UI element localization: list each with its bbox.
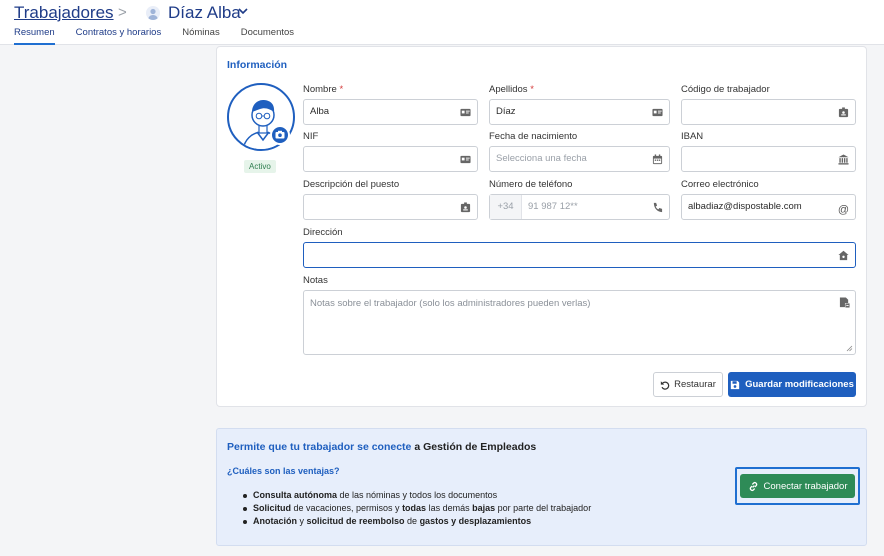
worker-avatar-icon [146, 6, 160, 20]
status-badge: Activo [244, 160, 276, 173]
undo-icon [660, 380, 670, 390]
save-label: Guardar modificaciones [745, 379, 854, 390]
fecha-nacimiento-field[interactable]: Selecciona una fecha [489, 146, 670, 172]
save-button[interactable]: Guardar modificaciones [728, 372, 856, 397]
correo-label: Correo electrónico [681, 179, 759, 190]
list-item: Consulta autónoma de las nóminas y todos… [242, 489, 591, 502]
camera-icon[interactable] [270, 125, 290, 145]
direccion-field[interactable] [303, 242, 856, 268]
promo-question: ¿Cuáles son las ventajas? [227, 466, 340, 476]
apellidos-value: Díaz [496, 106, 516, 117]
tab-nominas[interactable]: Nóminas [182, 27, 220, 45]
restore-button[interactable]: Restaurar [653, 372, 723, 397]
breadcrumb-root-link[interactable]: Trabajadores [14, 3, 114, 23]
phone-icon [653, 202, 663, 213]
promo-title: Permite que tu trabajador se conecte a G… [227, 441, 537, 453]
fecha-label: Fecha de nacimiento [489, 131, 578, 142]
nombre-label: Nombre * [303, 84, 344, 95]
resize-handle-icon[interactable] [846, 345, 853, 352]
connect-worker-button[interactable]: Conectar trabajador [740, 474, 855, 498]
list-item: Anotación y solicitud de reembolso de ga… [242, 515, 591, 528]
nombre-field[interactable]: Alba [303, 99, 478, 125]
badge-icon [838, 107, 849, 118]
note-icon [839, 297, 850, 308]
id-card-icon [460, 108, 471, 117]
id-card-icon [460, 155, 471, 164]
codigo-label: Código de trabajador [681, 84, 770, 95]
info-card: Información Activo Nombre * Alba Apellid… [216, 46, 867, 407]
at-icon: @ [837, 204, 849, 216]
telefono-placeholder: 91 987 12** [528, 201, 578, 212]
top-bar: Trabajadores > Díaz Alba Resumen Contrat… [0, 0, 884, 45]
notas-textarea[interactable]: Notas sobre el trabajador (solo los admi… [303, 290, 856, 355]
benefits-list: Consulta autónoma de las nóminas y todos… [242, 489, 592, 528]
nombre-value: Alba [310, 106, 330, 117]
list-item: Solicitud de vacaciones, permisos y toda… [242, 503, 592, 513]
nif-field[interactable] [303, 146, 478, 172]
chevron-down-icon[interactable] [238, 7, 248, 18]
info-title: Información [227, 59, 288, 71]
correo-field[interactable]: albadiaz@dispostable.com @ [681, 194, 856, 220]
breadcrumb-current: Díaz Alba [168, 3, 241, 22]
phone-prefix: +34 [490, 195, 522, 219]
link-icon [749, 481, 757, 491]
puesto-field[interactable] [303, 194, 478, 220]
fecha-placeholder: Selecciona una fecha [496, 153, 587, 164]
tab-resumen[interactable]: Resumen [14, 27, 55, 45]
telefono-label: Número de teléfono [489, 179, 573, 190]
telefono-field[interactable]: +34 91 987 12** [489, 194, 670, 220]
notas-label: Notas [303, 275, 328, 286]
apellidos-label: Apellidos * [489, 84, 534, 95]
tab-documentos[interactable]: Documentos [241, 27, 294, 45]
restore-label: Restaurar [674, 379, 716, 390]
nif-label: NIF [303, 131, 319, 142]
codigo-field[interactable] [681, 99, 856, 125]
connect-worker-label: Conectar trabajador [763, 480, 848, 492]
save-icon [730, 380, 740, 389]
correo-value: albadiaz@dispostable.com [688, 201, 802, 212]
direccion-label: Dirección [303, 227, 343, 238]
apellidos-field[interactable]: Díaz [489, 99, 670, 125]
iban-field[interactable] [681, 146, 856, 172]
id-card-icon [652, 108, 663, 117]
puesto-label: Descripción del puesto [303, 179, 400, 190]
calendar-icon [652, 154, 663, 165]
badge-icon [460, 202, 471, 213]
iban-label: IBAN [681, 131, 704, 142]
notas-placeholder: Notas sobre el trabajador (solo los admi… [310, 298, 591, 309]
breadcrumb-separator-icon: > [118, 4, 127, 21]
tabs: Resumen Contratos y horarios Nóminas Doc… [14, 27, 294, 45]
tab-contratos[interactable]: Contratos y horarios [76, 27, 162, 45]
bank-icon [838, 154, 849, 165]
house-icon [838, 250, 849, 261]
